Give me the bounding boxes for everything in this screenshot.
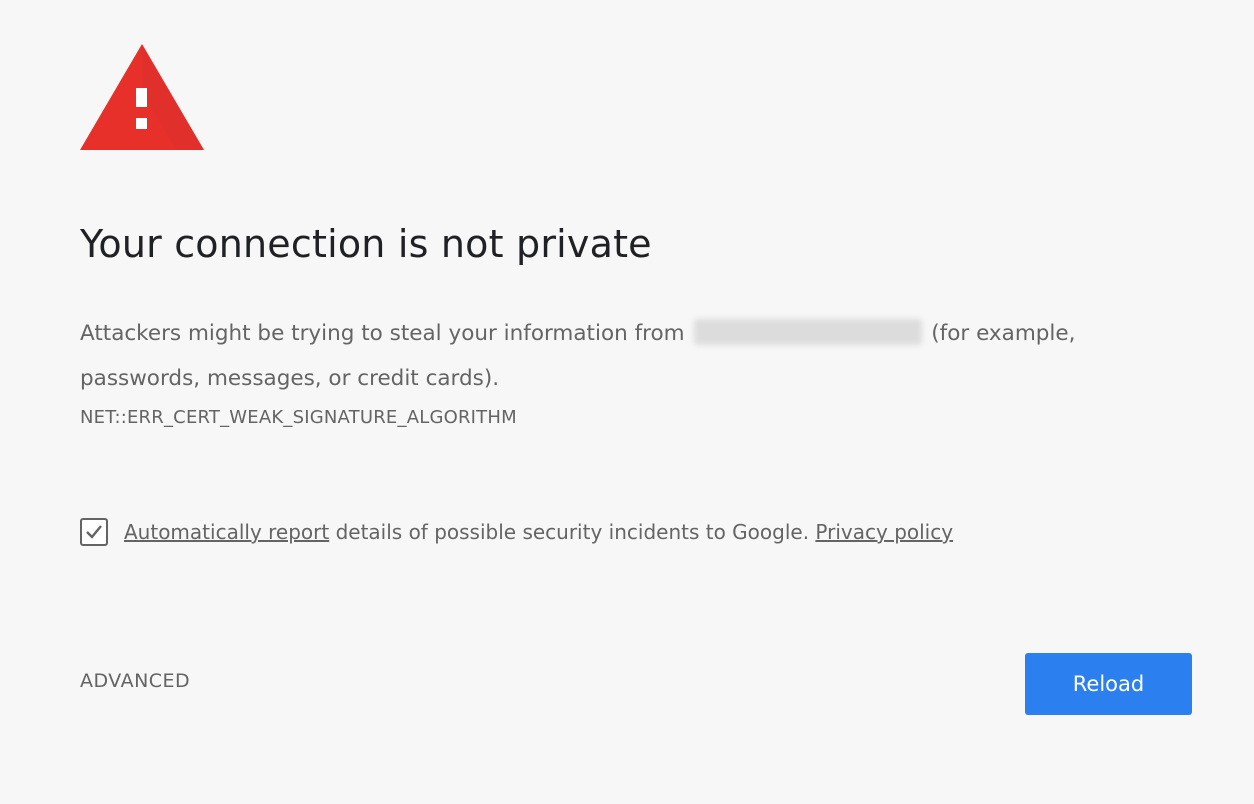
report-row: Automatically report details of possible… xyxy=(80,518,953,546)
automatically-report-link[interactable]: Automatically report xyxy=(124,520,329,544)
checkmark-icon xyxy=(86,525,102,539)
page-title: Your connection is not private xyxy=(80,222,652,266)
report-text: Automatically report details of possible… xyxy=(124,520,953,544)
ssl-interstitial-page: Your connection is not private Attackers… xyxy=(0,0,1254,804)
report-details-text: details of possible security incidents t… xyxy=(329,520,816,544)
report-checkbox[interactable] xyxy=(80,518,108,546)
privacy-policy-link[interactable]: Privacy policy xyxy=(815,520,953,544)
reload-button[interactable]: Reload xyxy=(1025,653,1192,715)
explanation-before-host: Attackers might be trying to steal your … xyxy=(80,321,692,346)
blurred-hostname xyxy=(694,319,923,345)
error-code: NET::ERR_CERT_WEAK_SIGNATURE_ALGORITHM xyxy=(80,407,517,428)
explanation-text: Attackers might be trying to steal your … xyxy=(80,311,1090,401)
warning-triangle-icon xyxy=(80,44,204,150)
advanced-button[interactable]: ADVANCED xyxy=(80,670,190,692)
